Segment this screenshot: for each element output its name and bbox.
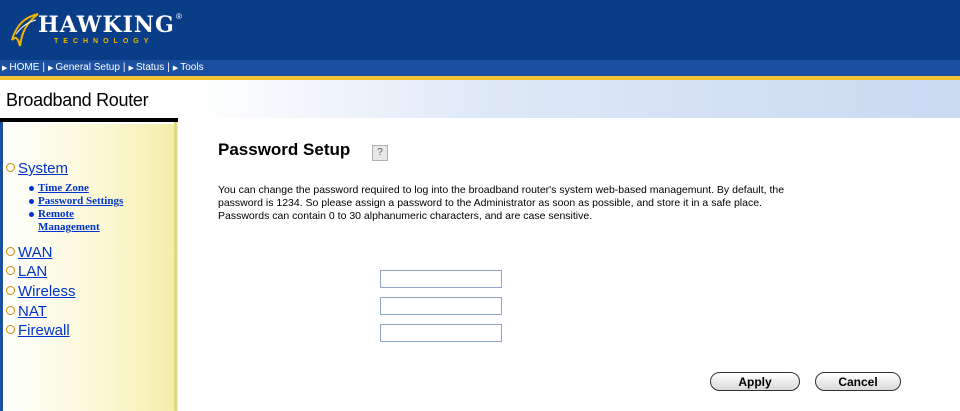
sidebar-item-label: Firewall xyxy=(18,322,70,339)
nav-general-setup-label: General Setup xyxy=(55,62,120,73)
sidebar-item-label: NAT xyxy=(18,303,47,320)
nav-tools-label: Tools xyxy=(180,62,204,73)
logo-text: HAWKING xyxy=(38,12,175,38)
nav-status-label: Status xyxy=(135,62,165,73)
sidebar-item-firewall[interactable]: Firewall xyxy=(6,322,70,339)
sidebar-edge xyxy=(174,122,177,411)
submenu-label: Time Zone xyxy=(38,182,89,194)
nav-arrow-icon: ▶ xyxy=(128,65,134,72)
submenu-label-continued: Management xyxy=(38,221,100,233)
product-title: Broadband Router xyxy=(6,90,149,110)
circle-bullet-icon xyxy=(6,163,15,172)
nav-separator: | xyxy=(122,62,126,73)
confirm-password-field[interactable] xyxy=(380,324,502,342)
submenu-time-zone[interactable]: Time Zone xyxy=(26,182,123,195)
circle-bullet-icon xyxy=(6,325,15,334)
logo-registered-mark: ® xyxy=(176,12,182,21)
cancel-button[interactable]: Cancel xyxy=(815,372,901,391)
nav-status[interactable]: ▶ Status xyxy=(127,62,167,73)
sidebar-item-label: System xyxy=(18,160,69,177)
top-nav-bar: ▶ HOME | ▶ General Setup | ▶ Status | ▶ Tools xyxy=(0,60,960,76)
apply-button[interactable]: Apply xyxy=(710,372,800,391)
sidebar-item-system[interactable]: System xyxy=(6,160,68,177)
nav-home-label: HOME xyxy=(9,62,40,73)
description-line: password is 1234. So please assign a pas… xyxy=(218,197,762,209)
nav-general-setup[interactable]: ▶ General Setup xyxy=(46,62,122,73)
submenu-label: Password Settings xyxy=(38,195,124,207)
current-password-field[interactable] xyxy=(380,270,502,288)
description-line: You can change the password required to … xyxy=(218,184,785,196)
sidebar-item-label: WAN xyxy=(18,244,53,261)
left-border xyxy=(0,122,3,411)
submenu-remote-management[interactable]: Remote Management xyxy=(26,208,123,234)
sidebar-item-wan[interactable]: WAN xyxy=(6,244,52,261)
hawking-logo: HAWKING TECHNOLOGY ® xyxy=(8,8,182,52)
circle-bullet-icon xyxy=(6,247,15,256)
submenu-password-settings[interactable]: Password Settings xyxy=(26,195,123,208)
dot-bullet-icon xyxy=(29,199,34,204)
hawk-swoosh-icon xyxy=(11,13,39,47)
nav-tools[interactable]: ▶ Tools xyxy=(171,62,206,73)
nav-home[interactable]: ▶ HOME xyxy=(0,62,41,73)
new-password-field[interactable] xyxy=(380,297,502,315)
description: You can change the password required to … xyxy=(218,184,918,223)
system-submenu: Time Zone Password Settings Remote Manage… xyxy=(26,182,123,234)
sidebar-item-lan[interactable]: LAN xyxy=(6,263,47,280)
submenu-label: Remote xyxy=(38,208,75,220)
sidebar-item-nat[interactable]: NAT xyxy=(6,303,47,320)
dot-bullet-icon xyxy=(29,212,34,217)
header-banner: HAWKING TECHNOLOGY ® xyxy=(0,0,960,60)
logo-subtext: TECHNOLOGY xyxy=(54,38,154,45)
circle-bullet-icon xyxy=(6,266,15,275)
circle-bullet-icon xyxy=(6,286,15,295)
description-line: Passwords can contain 0 to 30 alphanumer… xyxy=(218,210,593,222)
sidebar-item-label: LAN xyxy=(18,263,48,280)
help-icon[interactable]: ? xyxy=(372,145,388,161)
page-title: Password Setup xyxy=(218,140,351,159)
circle-bullet-icon xyxy=(6,306,15,315)
sidebar-item-label: Wireless xyxy=(18,283,76,300)
dot-bullet-icon xyxy=(29,186,34,191)
sidebar-item-wireless[interactable]: Wireless xyxy=(6,283,76,300)
